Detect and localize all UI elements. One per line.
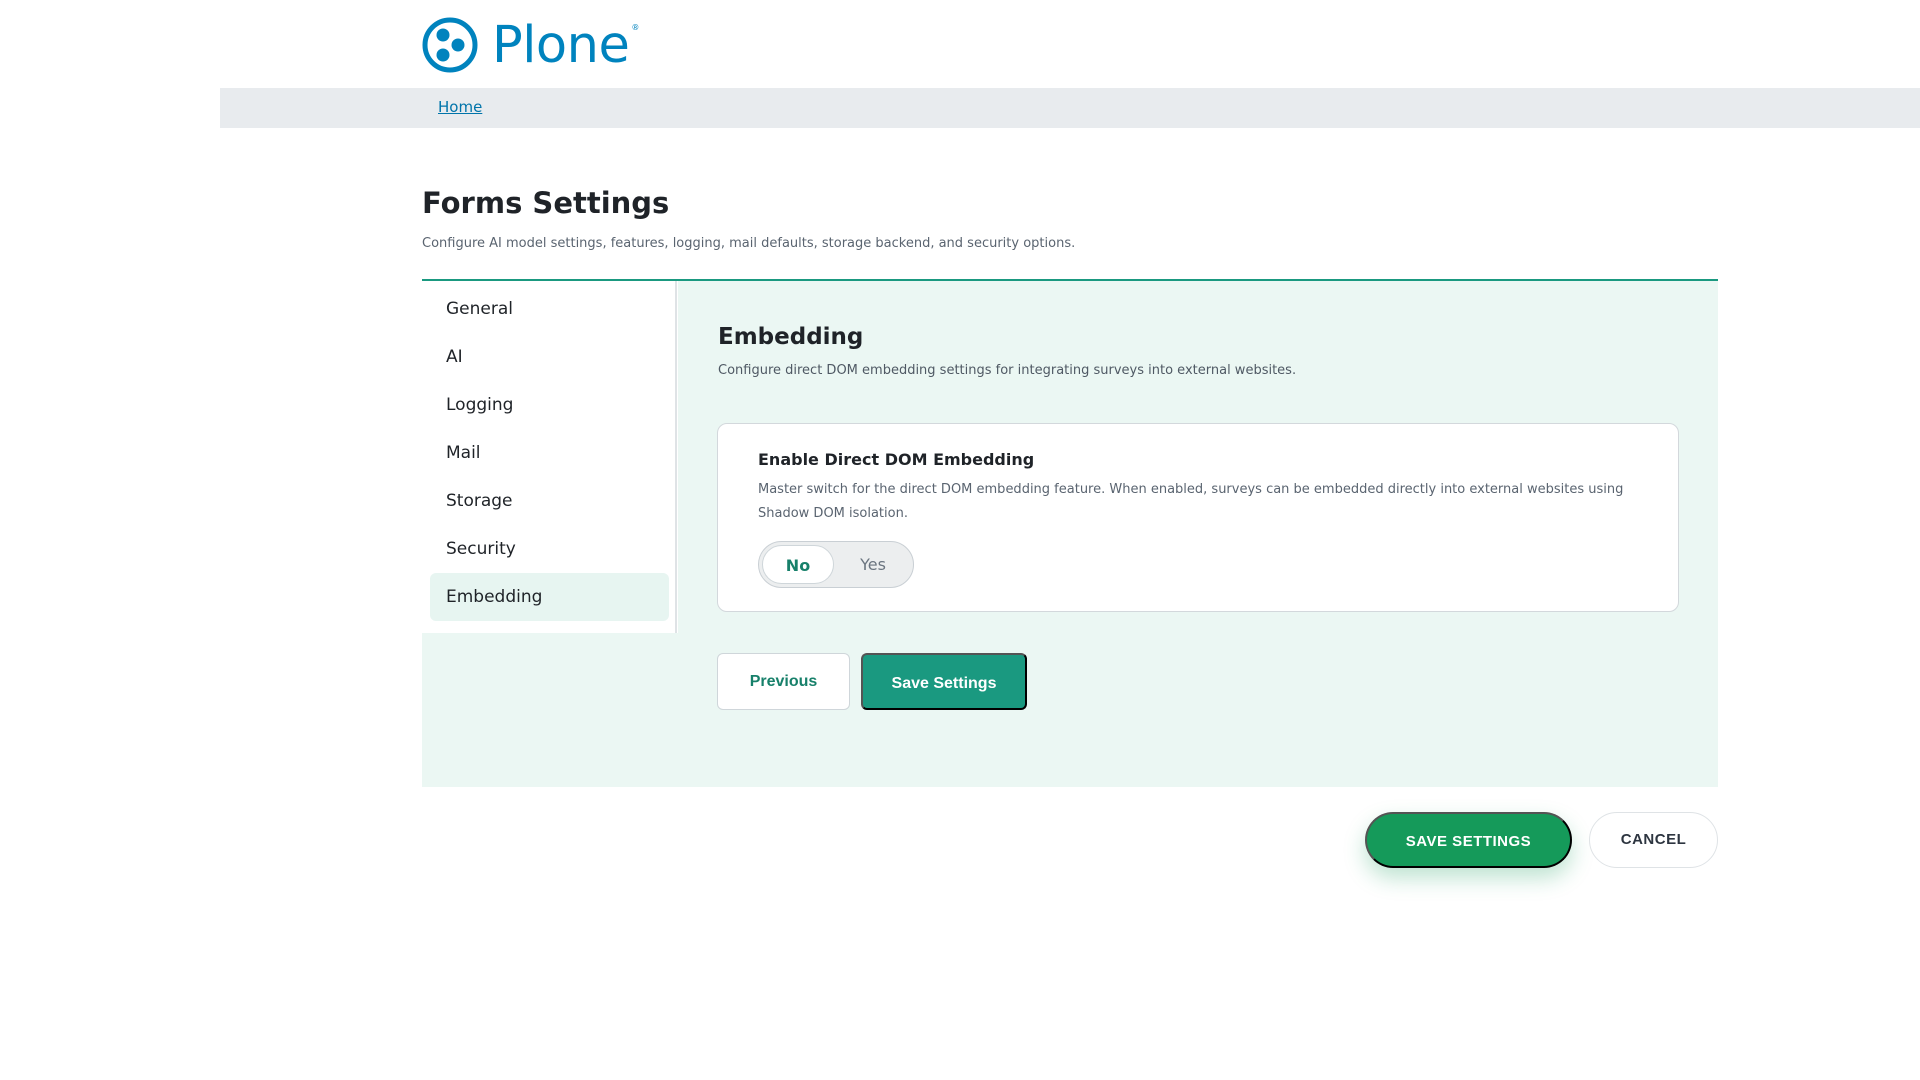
toggle-option-yes[interactable]: Yes xyxy=(837,545,909,584)
logo-text[interactable]: Plone xyxy=(492,20,630,71)
embedding-toggle[interactable]: No Yes xyxy=(758,541,914,588)
panel-background-left xyxy=(422,633,678,787)
settings-content: Embedding Configure direct DOM embedding… xyxy=(678,281,1718,787)
section-title: Embedding xyxy=(718,324,864,350)
cancel-button[interactable]: CANCEL xyxy=(1589,812,1718,868)
logo-registered-mark: ® xyxy=(631,22,640,32)
page-title: Forms Settings xyxy=(422,186,670,220)
previous-button[interactable]: Previous xyxy=(717,653,850,710)
setting-card: Enable Direct DOM Embedding Master switc… xyxy=(717,423,1679,612)
breadcrumb: Home xyxy=(220,88,1920,128)
save-settings-main-button[interactable]: SAVE SETTINGS xyxy=(1365,812,1572,868)
field-help-text: Master switch for the direct DOM embeddi… xyxy=(758,482,1624,521)
save-settings-button[interactable]: Save Settings xyxy=(861,653,1027,710)
section-description: Configure direct DOM embedding settings … xyxy=(718,363,1297,378)
sidebar-item-ai[interactable]: AI xyxy=(430,333,669,381)
toggle-option-no[interactable]: No xyxy=(762,545,834,584)
site-header: Plone ® xyxy=(422,16,639,74)
sidebar-item-mail[interactable]: Mail xyxy=(430,429,669,477)
sidebar-item-embedding[interactable]: Embedding xyxy=(430,573,669,621)
settings-panel: General AI Logging Mail Storage Security… xyxy=(422,279,1718,787)
breadcrumb-home-link[interactable]: Home xyxy=(438,98,482,116)
field-label: Enable Direct DOM Embedding xyxy=(758,450,1035,469)
sidebar-item-general[interactable]: General xyxy=(430,285,669,333)
plone-logo-icon[interactable] xyxy=(422,17,478,73)
settings-sidebar: General AI Logging Mail Storage Security… xyxy=(422,281,677,633)
sidebar-item-logging[interactable]: Logging xyxy=(430,381,669,429)
sidebar-item-storage[interactable]: Storage xyxy=(430,477,669,525)
sidebar-item-security[interactable]: Security xyxy=(430,525,669,573)
page-description: Configure AI model settings, features, l… xyxy=(422,236,1076,251)
